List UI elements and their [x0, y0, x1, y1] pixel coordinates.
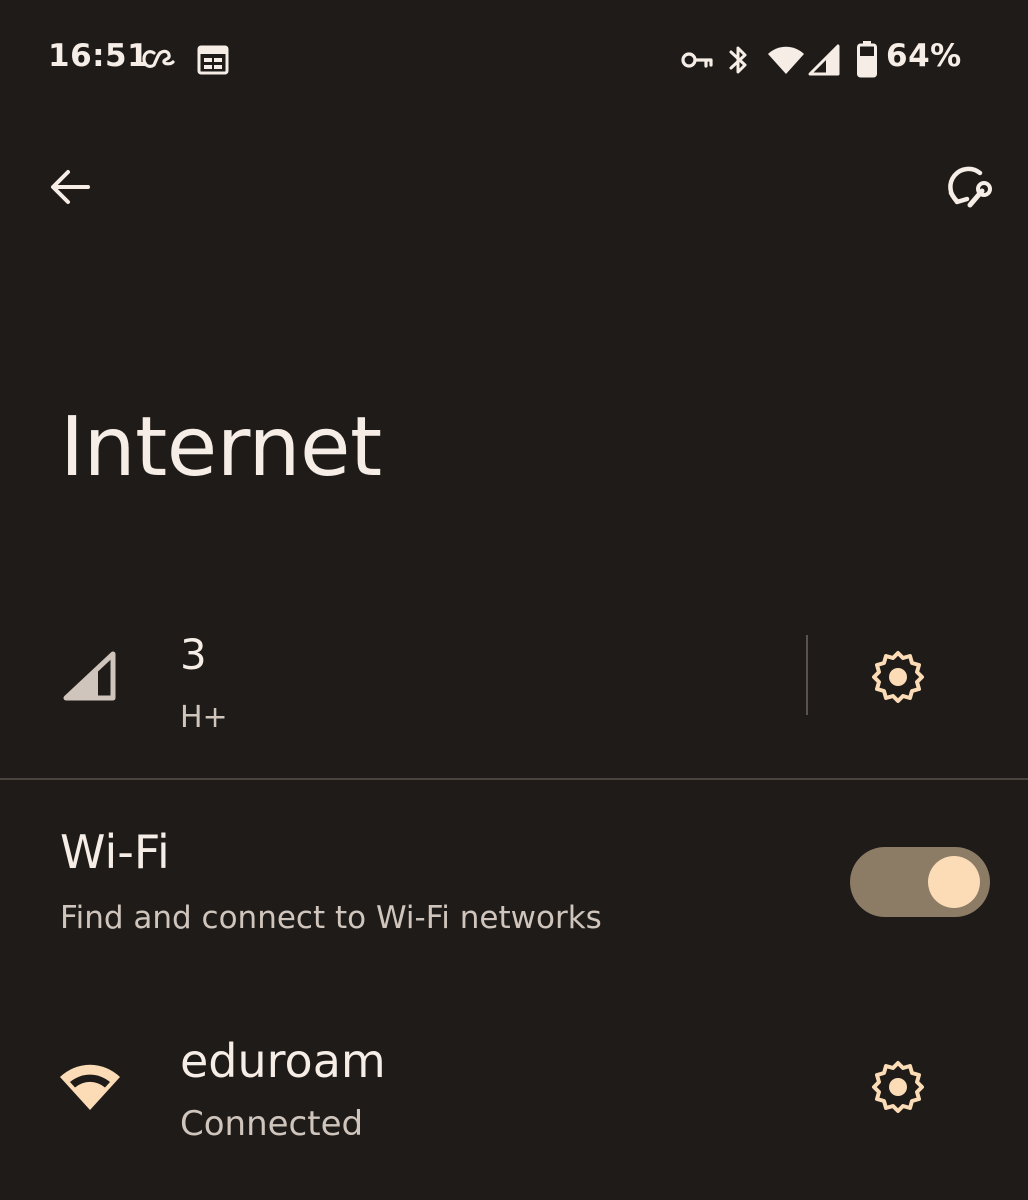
battery-icon	[857, 41, 877, 78]
network-row: eduroam Connected	[0, 1020, 1028, 1170]
section-divider	[0, 778, 1028, 780]
status-time: 16:51	[48, 38, 150, 74]
carrier-name: 3	[180, 630, 207, 679]
network-reset-icon	[948, 166, 992, 208]
wifi-icon	[768, 46, 804, 74]
network-type: H+	[180, 700, 228, 735]
status-bar: 16:51 64%	[0, 0, 1028, 120]
bluetooth-icon	[729, 46, 747, 74]
wifi-signal-icon	[60, 1064, 120, 1110]
network-item-eduroam[interactable]: eduroam Connected	[0, 1020, 840, 1170]
lastfm-icon	[142, 49, 175, 68]
vertical-divider	[806, 635, 808, 715]
vpn-key-icon	[681, 52, 713, 68]
cell-signal-icon	[63, 651, 116, 701]
mobile-network-row: 3 H+	[0, 610, 1028, 760]
network-reset-button[interactable]	[936, 155, 1000, 219]
battery-percent: 64%	[886, 38, 962, 74]
network-name: eduroam	[180, 1034, 386, 1088]
mobile-network-item[interactable]: 3 H+	[0, 610, 790, 760]
network-status: Connected	[180, 1104, 364, 1144]
page-title: Internet	[60, 400, 382, 495]
arrow-back-icon	[51, 170, 90, 204]
gear-icon	[872, 651, 924, 703]
toggle-knob	[928, 856, 980, 908]
back-button[interactable]	[38, 155, 102, 219]
wifi-subtitle: Find and connect to Wi-Fi networks	[60, 900, 602, 936]
wifi-toggle-row[interactable]: Wi-Fi Find and connect to Wi-Fi networks	[0, 800, 1028, 960]
cell-signal-icon	[808, 44, 840, 76]
wifi-toggle-switch[interactable]	[850, 847, 990, 917]
mobile-network-settings-button[interactable]	[866, 645, 930, 709]
internet-settings-screen: 16:51 64% Internet 3 H+ Wi-Fi Find and c…	[0, 0, 1028, 1200]
calendar-icon	[197, 45, 229, 75]
network-settings-button[interactable]	[866, 1055, 930, 1119]
wifi-title: Wi-Fi	[60, 825, 170, 879]
gear-icon	[872, 1061, 924, 1113]
